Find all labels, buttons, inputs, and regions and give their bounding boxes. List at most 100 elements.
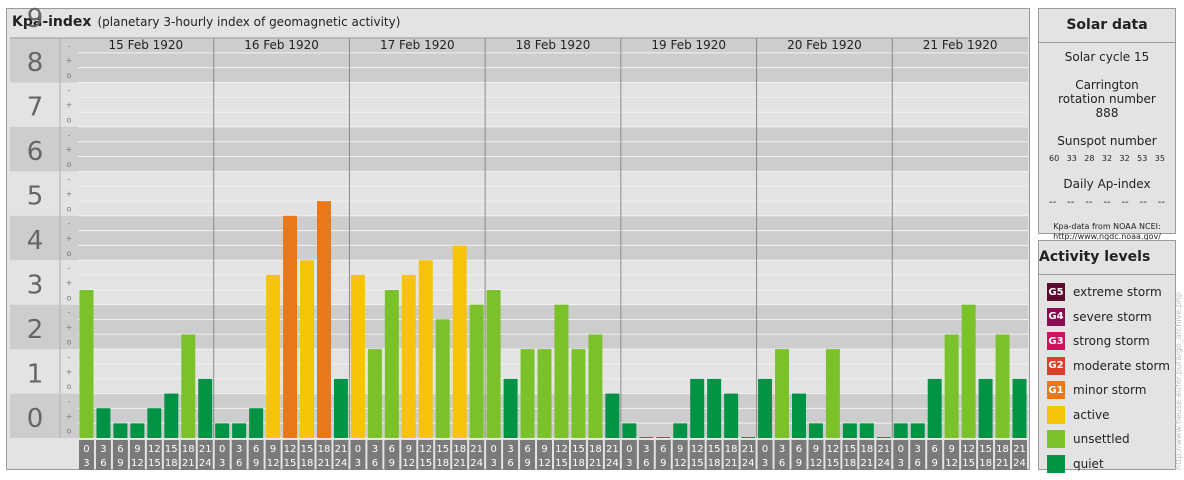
hour-end-label: 24 <box>199 458 212 469</box>
minor-tick-label: - <box>68 264 71 273</box>
minor-tick-label: - <box>68 219 71 228</box>
hour-start-label: 15 <box>301 444 314 455</box>
legend-swatch <box>1047 430 1065 449</box>
hour-start-label: 9 <box>948 444 954 455</box>
kp-bar <box>198 378 213 438</box>
hour-start-label: 3 <box>236 444 242 455</box>
sunspot-value: 35 <box>1154 154 1165 163</box>
day-label: 19 Feb 1920 <box>651 38 726 52</box>
hour-end-label: 21 <box>182 458 195 469</box>
activity-levels-title: Activity levels <box>1039 249 1151 265</box>
hour-end-label: 12 <box>945 458 958 469</box>
hour-start-label: 12 <box>962 444 975 455</box>
hour-end-label: 15 <box>691 458 704 469</box>
legend-swatch: G2 <box>1047 356 1065 375</box>
minor-tick-label: o <box>67 382 72 391</box>
hour-end-label: 18 <box>301 458 314 469</box>
kp-bar <box>367 349 382 438</box>
minor-tick-label: - <box>68 175 71 184</box>
legend-label: quiet <box>1073 456 1104 471</box>
data-source-note: Kpa-data from NOAA NCEI: http://www.ngdc… <box>1039 222 1175 242</box>
kp-bar <box>164 393 179 438</box>
minor-tick-label: + <box>66 278 73 287</box>
y-tick-label: 9 <box>27 4 44 34</box>
hour-end-label: 9 <box>796 458 802 469</box>
kp-bar <box>486 290 501 438</box>
kp-bar <box>639 437 654 438</box>
kp-bar <box>1012 378 1027 438</box>
hour-start-label: 15 <box>708 444 721 455</box>
kp-bar <box>300 260 314 438</box>
ap-value: -- <box>1103 197 1111 208</box>
minor-tick-label: - <box>68 41 71 50</box>
hour-end-label: 3 <box>626 458 632 469</box>
hour-end-label: 12 <box>674 458 687 469</box>
hour-end-label: 9 <box>932 458 938 469</box>
ap-value: -- <box>1121 197 1129 208</box>
hour-start-label: 0 <box>83 444 89 455</box>
sunspot-value: 60 <box>1049 154 1060 163</box>
solar-cycle: Solar cycle 15 <box>1064 50 1150 64</box>
hour-start-label: 3 <box>100 444 106 455</box>
y-tick-label: 6 <box>27 137 44 167</box>
hour-end-label: 12 <box>538 458 551 469</box>
hour-start-label: 3 <box>643 444 649 455</box>
legend-label: severe storm <box>1073 309 1152 324</box>
legend-label: strong storm <box>1073 334 1150 349</box>
hour-start-label: 6 <box>117 444 123 455</box>
hour-end-label: 15 <box>827 458 840 469</box>
hour-start-label: 3 <box>372 444 378 455</box>
hour-end-label: 18 <box>844 458 857 469</box>
sunspot-value: 53 <box>1137 154 1148 163</box>
hour-end-label: 9 <box>389 458 395 469</box>
day-label: 18 Feb 1920 <box>516 38 591 52</box>
sunspot-value: 32 <box>1119 154 1130 163</box>
kp-bar <box>503 378 518 438</box>
ap-value: -- <box>1049 197 1057 208</box>
kp-bar <box>808 423 823 438</box>
hour-end-label: 6 <box>236 458 242 469</box>
y-band <box>10 393 1028 438</box>
minor-tick-label: o <box>67 160 72 169</box>
hour-start-label: 9 <box>677 444 683 455</box>
activity-levels-panel: Activity levels G5 extreme storm G4 severe … <box>1038 240 1176 473</box>
kp-bar <box>469 304 484 438</box>
solar-data-title: Solar data <box>1066 17 1148 33</box>
hour-start-label: 9 <box>406 444 412 455</box>
hour-start-label: 9 <box>813 444 819 455</box>
hour-end-label: 15 <box>284 458 297 469</box>
hour-end-label: 24 <box>877 458 890 469</box>
minor-tick-label: + <box>66 323 73 332</box>
hour-start-label: 12 <box>827 444 840 455</box>
hour-start-label: 18 <box>996 444 1009 455</box>
legend-swatch: G3 <box>1047 332 1065 351</box>
y-tick-label: 8 <box>27 48 44 78</box>
carrington-rotation: Carrington rotation number 888 <box>1058 78 1156 120</box>
hour-end-label: 3 <box>898 458 904 469</box>
side-url-text: http://www.fleuse-eufer.pura/go_archive.… <box>1174 292 1183 470</box>
kp-bar <box>79 290 94 438</box>
hour-start-label: 12 <box>284 444 297 455</box>
kp-bar <box>656 437 671 438</box>
minor-tick-label: + <box>66 412 73 421</box>
kp-bar <box>910 423 925 438</box>
hour-end-label: 24 <box>1013 458 1026 469</box>
legend-label: unsettled <box>1073 432 1130 447</box>
hour-start-label: 3 <box>779 444 785 455</box>
legend-label: moderate storm <box>1073 358 1170 373</box>
y-band <box>10 260 1028 305</box>
hour-start-label: 6 <box>796 444 802 455</box>
minor-tick-label: + <box>66 101 73 110</box>
day-label: 20 Feb 1920 <box>787 38 862 52</box>
hour-end-label: 18 <box>708 458 721 469</box>
legend-label: active <box>1073 407 1110 422</box>
sunspot-value: 33 <box>1066 154 1077 163</box>
kp-bar <box>978 378 993 438</box>
kp-bar <box>571 349 586 438</box>
kp-bar <box>859 423 874 438</box>
legend-item: G3 strong storm <box>1039 329 1175 354</box>
hour-end-label: 3 <box>490 458 496 469</box>
kp-bar <box>673 423 688 438</box>
sunspot-values: 60 33 28 32 32 53 35 <box>1039 154 1175 163</box>
minor-tick-label: - <box>68 353 71 362</box>
